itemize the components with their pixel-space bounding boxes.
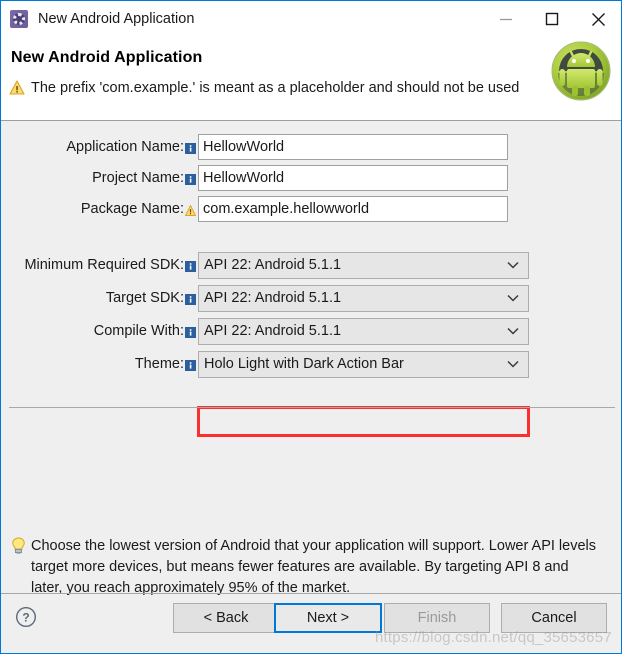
chevron-down-icon	[507, 322, 519, 340]
package-name-label: Package Name:	[80, 201, 184, 217]
android-project-icon	[10, 10, 28, 28]
header-warning-message: The prefix 'com.example.' is meant as a …	[31, 80, 520, 96]
footer-button-bar: ? < Back Next > Finish Cancel	[1, 594, 621, 653]
theme-label: Theme:	[134, 356, 184, 372]
maximize-icon[interactable]	[529, 1, 575, 37]
chevron-down-icon	[507, 355, 519, 373]
help-circle-icon[interactable]: ?	[15, 606, 37, 633]
package-name-input[interactable]	[198, 196, 508, 222]
info-icon	[185, 326, 196, 339]
new-android-application-dialog: New Android Application New Android Appl…	[0, 0, 622, 654]
minimize-icon[interactable]	[483, 1, 529, 37]
finish-button: Finish	[384, 603, 490, 633]
target-sdk-select[interactable]: API 22: Android 5.1.1	[198, 284, 529, 312]
svg-text:?: ?	[22, 610, 29, 624]
page-title: New Android Application	[11, 49, 203, 66]
compile-with-value: API 22: Android 5.1.1	[204, 323, 342, 339]
row-package-name: Package Name:	[1, 196, 621, 222]
cancel-button[interactable]: Cancel	[501, 603, 607, 633]
compile-with-select[interactable]: API 22: Android 5.1.1	[198, 317, 529, 345]
close-icon[interactable]	[575, 1, 621, 37]
row-minimum-required-sdk: Minimum Required SDK: API 22: Android 5.…	[1, 251, 621, 279]
next-button[interactable]: Next >	[274, 603, 382, 633]
info-icon	[185, 260, 196, 273]
window-controls	[483, 1, 621, 37]
theme-value: Holo Light with Dark Action Bar	[204, 356, 404, 372]
minimum-required-sdk-select[interactable]: API 22: Android 5.1.1	[198, 251, 529, 279]
lightbulb-icon	[11, 537, 26, 560]
application-name-input[interactable]	[198, 134, 508, 160]
dialog-header: New Android Application The prefix 'com.…	[1, 37, 621, 121]
tip-separator	[9, 407, 615, 408]
project-name-input[interactable]	[198, 165, 508, 191]
row-compile-with: Compile With: API 22: Android 5.1.1	[1, 317, 621, 345]
warning-icon	[185, 204, 196, 217]
compile-with-label: Compile With:	[93, 323, 184, 339]
info-icon	[185, 173, 196, 186]
row-target-sdk: Target SDK: API 22: Android 5.1.1	[1, 284, 621, 312]
row-application-name: Application Name:	[1, 134, 621, 160]
target-sdk-value: API 22: Android 5.1.1	[204, 290, 342, 306]
window-title: New Android Application	[38, 11, 195, 27]
target-sdk-highlight-box	[197, 406, 530, 437]
warning-triangle-icon	[9, 80, 25, 100]
theme-select[interactable]: Holo Light with Dark Action Bar	[198, 350, 529, 378]
android-robot-logo	[549, 39, 613, 103]
target-sdk-label: Target SDK:	[105, 290, 184, 306]
minimum-required-sdk-label: Minimum Required SDK:	[24, 257, 184, 273]
info-icon	[185, 142, 196, 155]
title-bar: New Android Application	[1, 1, 621, 37]
project-name-label: Project Name:	[92, 170, 184, 186]
chevron-down-icon	[507, 289, 519, 307]
info-icon	[185, 359, 196, 372]
chevron-down-icon	[507, 256, 519, 274]
row-theme: Theme: Holo Light with Dark Action Bar	[1, 350, 621, 378]
back-button[interactable]: < Back	[173, 603, 279, 633]
tip-text: Choose the lowest version of Android tha…	[31, 538, 597, 596]
info-icon	[185, 293, 196, 306]
dialog-body: Application Name: Project Name: Package …	[1, 121, 621, 653]
application-name-label: Application Name:	[66, 139, 184, 155]
minimum-required-sdk-value: API 22: Android 5.1.1	[204, 257, 342, 273]
row-project-name: Project Name:	[1, 165, 621, 191]
